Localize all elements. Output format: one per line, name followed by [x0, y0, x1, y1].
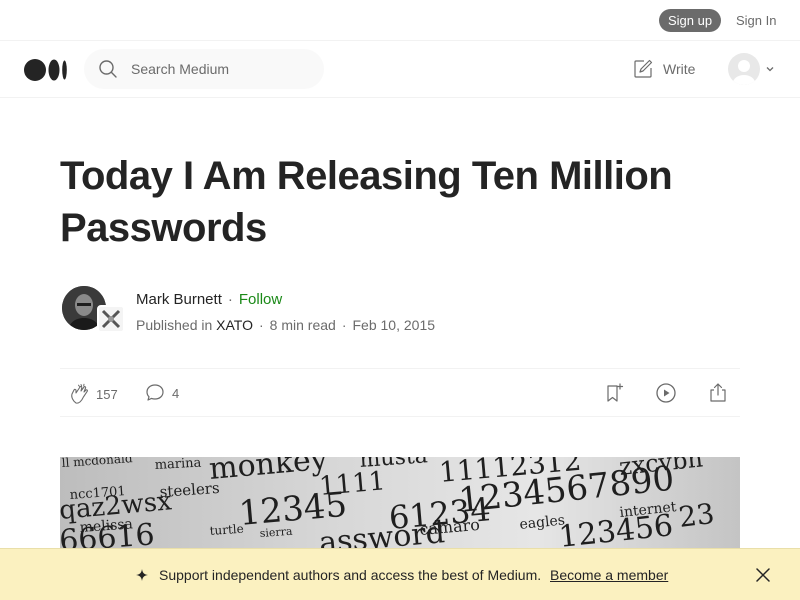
write-icon [634, 59, 653, 78]
author-separator: · [227, 291, 233, 308]
search-box[interactable] [84, 49, 324, 89]
hero-image-graphic: ll mcdonald marina monkey musta 11112312… [60, 457, 716, 548]
top-bar: Sign up Sign In [0, 0, 800, 41]
main-nav: Write [0, 41, 800, 98]
publish-date: Feb 10, 2015 [352, 317, 436, 333]
article-title: Today I Am Releasing Ten Million Passwor… [60, 154, 673, 250]
action-bar: 157 4 [60, 368, 740, 417]
svg-text:turtle: turtle [209, 522, 244, 538]
chevron-down-icon [766, 67, 774, 72]
write-button[interactable]: Write [632, 57, 695, 81]
banner-text: Support independent authors and access t… [159, 567, 542, 583]
user-menu-button[interactable] [728, 53, 778, 87]
publication-name[interactable]: XATO [216, 317, 253, 333]
become-member-link[interactable]: Become a member [550, 566, 668, 584]
svg-text:23: 23 [677, 497, 716, 534]
response-icon [146, 384, 164, 401]
published-in-label: Published in [136, 317, 213, 333]
bookmark-icon[interactable] [602, 381, 626, 405]
write-label: Write [663, 61, 696, 77]
svg-text:66616: 66616 [60, 517, 156, 548]
read-time: 8 min read [269, 317, 336, 333]
close-icon[interactable] [755, 567, 771, 583]
sign-up-button[interactable]: Sign up [659, 9, 721, 32]
clap-count: 157 [96, 386, 118, 402]
svg-text:123456: 123456 [557, 508, 675, 548]
clap-button[interactable]: 157 [68, 382, 118, 406]
svg-text:marina: marina [154, 457, 202, 473]
medium-logo-icon[interactable] [24, 58, 68, 82]
avatar-icon [728, 53, 760, 85]
publication-badge-icon[interactable] [97, 305, 125, 333]
share-icon[interactable] [706, 381, 730, 405]
meta-separator-2: · [341, 317, 347, 333]
sign-in-link[interactable]: Sign In [736, 9, 776, 32]
svg-text:sierra: sierra [259, 525, 293, 540]
clap-icon [71, 383, 88, 404]
responses-button[interactable]: 4 [144, 382, 179, 404]
sparkle-icon [136, 569, 148, 581]
hero-image: ll mcdonald marina monkey musta 11112312… [60, 457, 740, 548]
play-icon[interactable] [654, 381, 678, 405]
meta-separator-1: · [259, 317, 264, 333]
author-line: Mark Burnett · Follow [136, 290, 282, 310]
search-input[interactable] [131, 49, 311, 89]
follow-button[interactable]: Follow [239, 291, 282, 308]
membership-banner: Support independent authors and access t… [0, 548, 800, 600]
svg-text:monkey: monkey [208, 457, 329, 487]
article-meta: Published in XATO · 8 min read · Feb 10, 201… [136, 315, 435, 335]
response-count: 4 [172, 385, 180, 401]
svg-text:ll mcdonald: ll mcdonald [61, 457, 133, 470]
search-icon [99, 60, 117, 78]
author-name[interactable]: Mark Burnett [136, 291, 222, 308]
